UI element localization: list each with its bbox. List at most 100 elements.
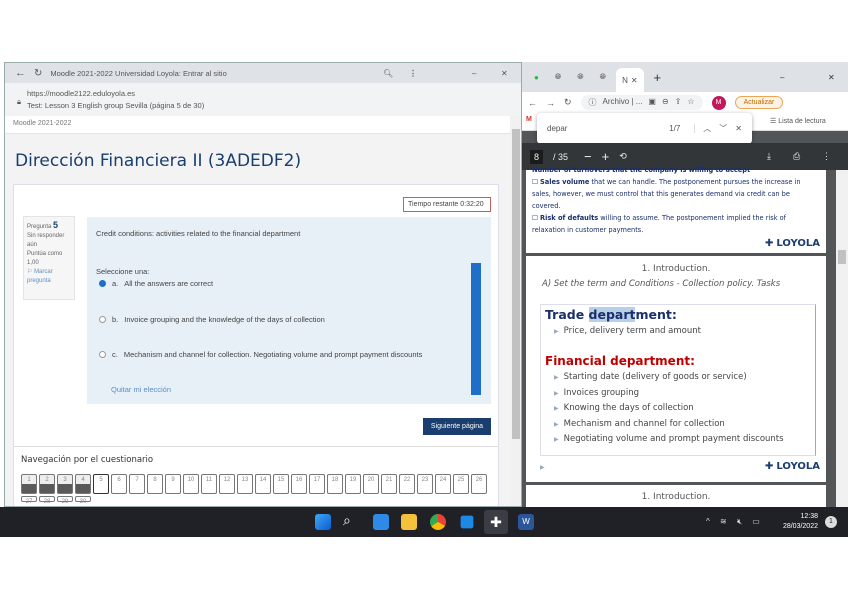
globe-icon: 🌐︎ (577, 72, 584, 81)
back-icon[interactable]: ← (528, 98, 537, 108)
avatar[interactable]: M (711, 95, 726, 110)
time: 12:38 (800, 513, 818, 520)
quiz-nav-button[interactable]: 22 (399, 474, 415, 494)
next-page-button[interactable]: Siguiente página (423, 418, 491, 435)
quiz-nav-button[interactable]: 28 (39, 496, 55, 505)
quiz-nav-button[interactable]: 6 (111, 474, 127, 494)
forward-icon[interactable]: → (546, 98, 555, 108)
pdf-scrollbar[interactable] (836, 170, 848, 507)
gmail-icon[interactable]: M (526, 116, 532, 123)
option-b[interactable]: b. Invoice grouping and the knowledge of … (99, 315, 325, 324)
quiz-nav-button[interactable]: 5 (93, 474, 109, 494)
quiz-nav-button[interactable]: 10 (183, 474, 199, 494)
document-icon[interactable]: ▣ (648, 97, 656, 108)
menu-icon[interactable]: ⋮ (409, 69, 417, 78)
search-icon[interactable]: ⌕ (343, 512, 351, 529)
tab-web-1[interactable]: 🌐︎ (549, 68, 567, 86)
quiz-nav-button[interactable]: 27 (21, 496, 37, 505)
notification-badge[interactable]: 1 (825, 516, 837, 528)
reading-list-button[interactable]: ☰ Lista de lectura (770, 117, 826, 125)
back-icon[interactable]: ← (15, 67, 26, 79)
system-tray[interactable]: ^ ≋ 🔇︎ ▭ (706, 517, 764, 527)
snipping-tool-icon[interactable]: ✚ (484, 510, 508, 534)
quiz-nav-button[interactable]: 15 (273, 474, 289, 494)
zoom-icon[interactable]: ⊖ (662, 97, 669, 108)
wifi-icon: ≋ (720, 517, 731, 526)
tab-web-2[interactable]: 🌐︎ (571, 68, 589, 86)
find-close-icon[interactable]: ✕ (735, 124, 742, 133)
app-icon[interactable] (460, 515, 474, 529)
quiz-nav-button[interactable]: 26 (471, 474, 487, 494)
quiz-nav-button[interactable]: 23 (417, 474, 433, 494)
close-icon[interactable]: ✕ (828, 73, 835, 82)
scrollbar-thumb[interactable] (512, 129, 520, 439)
start-icon[interactable] (315, 514, 331, 530)
site-header[interactable]: Moodle 2021-2022 (5, 116, 510, 134)
close-icon[interactable]: ✕ (501, 69, 508, 78)
quiz-nav-button[interactable]: 17 (309, 474, 325, 494)
star-icon[interactable]: ☆ (687, 97, 694, 108)
url-bar[interactable]: https://moodle2122.eduloyola.es 🔒︎ Test: … (5, 83, 521, 116)
quiz-nav-button[interactable]: 1 (21, 474, 37, 494)
file-explorer-icon[interactable] (401, 514, 417, 530)
new-tab-icon[interactable]: + (654, 70, 662, 85)
radio-a[interactable] (99, 280, 106, 287)
quiz-nav-button[interactable]: 14 (255, 474, 271, 494)
quiz-nav-button[interactable]: 8 (147, 474, 163, 494)
quiz-nav-button[interactable]: 13 (237, 474, 253, 494)
search-icon[interactable]: 🔍︎ (383, 69, 393, 78)
quiz-nav-button[interactable]: 30 (75, 496, 91, 505)
rotate-icon[interactable]: ⟲ (619, 151, 627, 162)
pdf-page-7: Number of turnovers that the company is … (526, 166, 826, 253)
zoom-out-icon[interactable]: − (584, 149, 592, 164)
reload-icon[interactable]: ↻ (34, 68, 42, 79)
quiz-nav-button[interactable]: 24 (435, 474, 451, 494)
minimize-icon[interactable]: – (780, 73, 784, 82)
tab-active-pdf[interactable]: N ✕ (616, 68, 644, 92)
minimize-icon[interactable]: – (472, 69, 476, 78)
find-next-icon[interactable]: ﹀ (719, 123, 727, 134)
scrollbar-thumb[interactable] (838, 250, 846, 264)
quiz-nav-button[interactable]: 2 (39, 474, 55, 494)
share-icon[interactable]: ⇪ (675, 97, 682, 108)
print-icon[interactable]: ⎙ (793, 151, 800, 162)
download-icon[interactable]: ⤓ (767, 151, 771, 162)
clock[interactable]: 12:38 28/03/2022 (776, 512, 818, 532)
chevron-up-icon[interactable]: ^ (706, 517, 714, 526)
clear-choice-link[interactable]: Quitar mi elección (111, 385, 171, 394)
chrome-icon[interactable] (430, 514, 446, 530)
radio-b[interactable] (99, 316, 106, 323)
find-input[interactable]: depar (547, 124, 661, 133)
page-number-input[interactable]: 8 (530, 149, 544, 164)
radio-c[interactable] (99, 351, 106, 358)
quiz-nav-button[interactable]: 16 (291, 474, 307, 494)
flag-icon: ⚐ (27, 269, 33, 275)
quiz-nav-button[interactable]: 18 (327, 474, 343, 494)
reload-icon[interactable]: ↻ (564, 97, 572, 108)
zoom-in-icon[interactable]: + (602, 149, 610, 164)
find-previous-icon[interactable]: ︿ (703, 123, 711, 134)
option-c[interactable]: c. Mechanism and channel for collection. … (99, 350, 422, 359)
quiz-nav-button[interactable]: 12 (219, 474, 235, 494)
word-icon[interactable]: W (518, 514, 534, 530)
quiz-nav-button[interactable]: 20 (363, 474, 379, 494)
quiz-nav-button[interactable]: 9 (165, 474, 181, 494)
quiz-nav-button[interactable]: 7 (129, 474, 145, 494)
tab-label: N (622, 75, 628, 85)
mail-icon[interactable] (373, 514, 389, 530)
quiz-nav-button[interactable]: 29 (57, 496, 73, 505)
tab-whatsapp[interactable]: ● (528, 68, 545, 86)
option-a[interactable]: a. All the answers are correct (99, 279, 213, 288)
quiz-nav-button[interactable]: 25 (453, 474, 469, 494)
omnibox[interactable]: ⓘ Archivo | ... ▣ ⊖ ⇪ ☆ (580, 95, 703, 110)
tab-web-3[interactable]: 🌐︎ (594, 68, 612, 86)
quiz-nav-button[interactable]: 4 (75, 474, 91, 494)
quiz-nav-button[interactable]: 21 (381, 474, 397, 494)
close-tab-icon[interactable]: ✕ (631, 76, 638, 85)
quiz-nav-button[interactable]: 3 (57, 474, 73, 494)
more-icon[interactable]: ⋮ (822, 151, 831, 162)
update-button[interactable]: Actualizar (734, 96, 784, 109)
quiz-nav-button[interactable]: 19 (345, 474, 361, 494)
quiz-nav-button[interactable]: 11 (201, 474, 217, 494)
flag-question-link[interactable]: ⚐ Marcar pregunta (27, 268, 71, 286)
